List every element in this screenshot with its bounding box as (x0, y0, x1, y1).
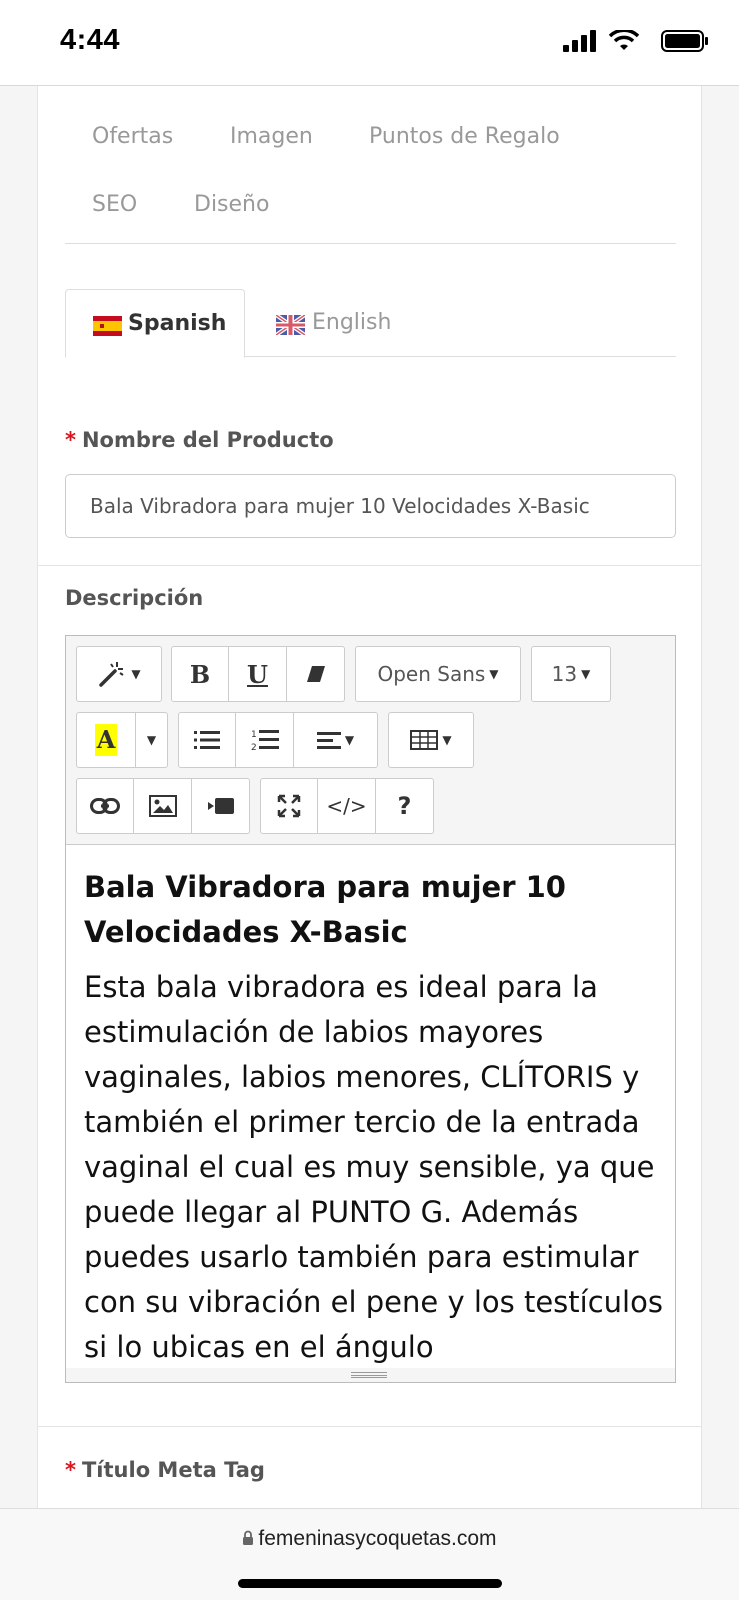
font-size-select[interactable]: 13 ▼ (531, 646, 611, 702)
product-name-label: * Nombre del Producto (65, 428, 334, 452)
chevron-down-icon: ▼ (581, 667, 591, 681)
svg-text:1: 1 (251, 730, 257, 740)
svg-text:2: 2 (251, 743, 257, 752)
picture-icon (148, 795, 177, 817)
tab-language-spanish[interactable]: Spanish (65, 289, 245, 358)
insert-link-button[interactable] (76, 778, 134, 834)
link-icon (90, 798, 120, 814)
description-heading: Bala Vibradora para mujer 10 Velocidades… (84, 870, 566, 949)
paragraph-align-button[interactable]: ▼ (294, 712, 378, 768)
chevron-down-icon: ▼ (146, 733, 157, 747)
tab-diseno[interactable]: Diseño (194, 192, 269, 217)
browser-url-bar[interactable]: femeninasycoquetas.com (0, 1508, 739, 1600)
insert-video-button[interactable] (192, 778, 250, 834)
lock-icon (243, 1530, 254, 1545)
tab-imagen[interactable]: Imagen (230, 124, 313, 149)
editor-resize-handle[interactable] (66, 1368, 675, 1382)
home-indicator[interactable] (238, 1579, 502, 1588)
underline-button[interactable]: U (229, 646, 287, 702)
unordered-list-icon (194, 731, 220, 749)
grip-icon (351, 1372, 387, 1378)
clear-format-button[interactable] (287, 646, 345, 702)
language-tabs: Spanish English (65, 289, 676, 358)
status-bar: 4:44 (0, 0, 739, 86)
font-family-value: Open Sans (377, 662, 486, 686)
description-editor: ▼ B U Open Sans ▼ 13 ▼ A ▼ 1 2 ▼ ▼ </> ?… (65, 635, 676, 1383)
required-asterisk: * (65, 428, 76, 452)
font-color-dropdown[interactable]: ▼ (136, 712, 168, 768)
font-color-button[interactable]: A (76, 712, 136, 768)
description-paragraph: Esta bala vibradora es ideal para la est… (84, 970, 663, 1364)
font-family-select[interactable]: Open Sans ▼ (355, 646, 521, 702)
tab-puntos-de-regalo[interactable]: Puntos de Regalo (369, 124, 560, 149)
signal-icon (563, 30, 596, 52)
tab-language-english[interactable]: English (246, 289, 446, 357)
status-time: 4:44 (60, 24, 121, 56)
product-form: Ofertas Imagen Puntos de Regalo SEO Dise… (37, 86, 702, 1508)
editor-toolbar: ▼ B U Open Sans ▼ 13 ▼ A ▼ 1 2 ▼ ▼ </> ? (66, 636, 675, 843)
wifi-icon (609, 30, 639, 50)
insert-picture-button[interactable] (134, 778, 192, 834)
fullscreen-button[interactable] (260, 778, 318, 834)
unordered-list-button[interactable] (178, 712, 236, 768)
product-name-label-text: Nombre del Producto (81, 428, 334, 452)
tab-language-english-label: English (312, 310, 392, 335)
chevron-down-icon: ▼ (344, 733, 355, 747)
meta-title-label: * Título Meta Tag (65, 1458, 265, 1482)
magic-wand-icon (99, 662, 124, 687)
tab-ofertas[interactable]: Ofertas (92, 124, 173, 149)
fullscreen-icon (277, 794, 301, 818)
description-label: Descripción (65, 586, 204, 610)
editor-content[interactable]: Bala Vibradora para mujer 10 Velocidades… (66, 844, 675, 1382)
tab-seo[interactable]: SEO (92, 192, 137, 217)
meta-title-label-text: Título Meta Tag (81, 1458, 265, 1482)
section-divider (38, 565, 701, 566)
align-icon (316, 732, 341, 749)
chevron-down-icon: ▼ (442, 733, 452, 747)
chevron-down-icon: ▼ (489, 667, 499, 681)
font-size-value: 13 (551, 662, 578, 686)
code-view-button[interactable]: </> (318, 778, 376, 834)
ordered-list-icon: 1 2 (251, 730, 279, 752)
eraser-icon (306, 666, 325, 682)
battery-icon (661, 30, 708, 52)
bold-button[interactable]: B (171, 646, 229, 702)
product-name-input[interactable] (65, 474, 676, 538)
uk-flag-icon (276, 315, 305, 335)
tab-language-spanish-label: Spanish (128, 311, 227, 336)
section-divider (38, 1426, 701, 1427)
table-button[interactable]: ▼ (388, 712, 474, 768)
ordered-list-button[interactable]: 1 2 (236, 712, 294, 768)
video-icon (207, 798, 234, 814)
chevron-down-icon: ▼ (131, 667, 141, 681)
font-color-icon: A (94, 724, 118, 756)
required-asterisk: * (65, 1458, 76, 1482)
nav-divider (65, 243, 676, 244)
style-button[interactable]: ▼ (76, 646, 162, 702)
table-icon (410, 730, 439, 750)
url-domain: femeninasycoquetas.com (258, 1527, 497, 1550)
url-display[interactable]: femeninasycoquetas.com (0, 1527, 739, 1551)
help-button[interactable]: ? (376, 778, 434, 834)
spain-flag-icon (93, 316, 122, 336)
